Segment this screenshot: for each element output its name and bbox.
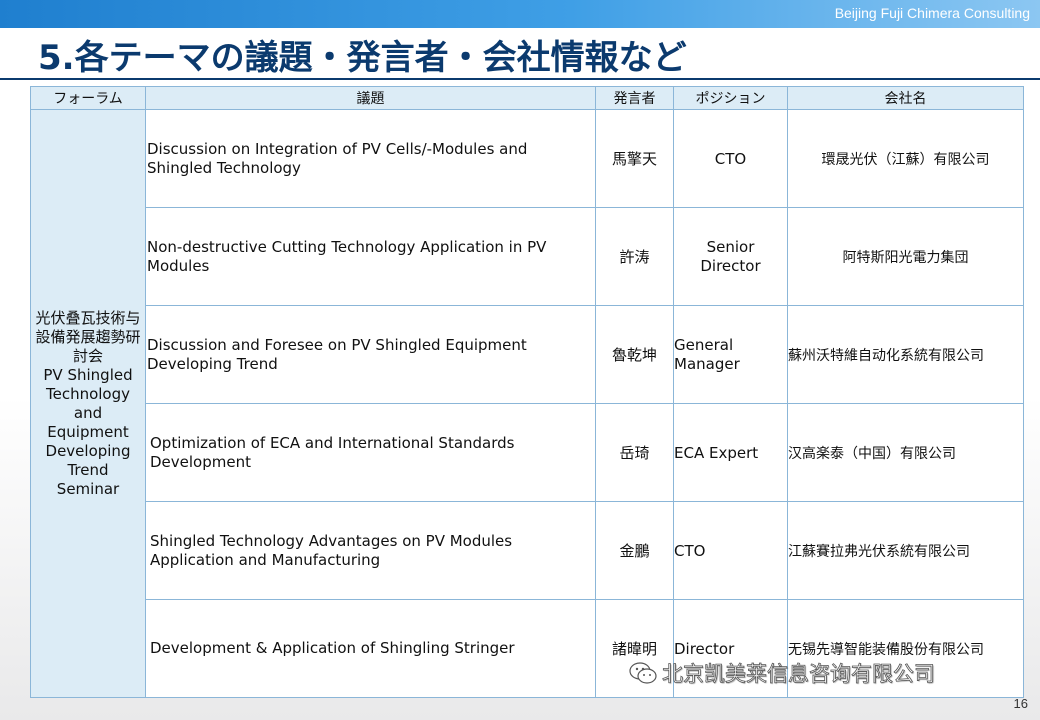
speaker-table: フォーラム 議題 発言者 ポジション 会社名 光伏叠瓦技術与設備発展趨勢研討会 …: [30, 86, 1024, 698]
speaker-cell: 岳琦: [595, 403, 674, 502]
table-row: 光伏叠瓦技術与設備発展趨勢研討会 PV Shingled Technology …: [30, 109, 1024, 698]
position-cell: CTO: [673, 501, 788, 600]
company-cell: 環晟光伏（江蘇）有限公司: [787, 109, 1024, 208]
forum-cell: 光伏叠瓦技術与設備発展趨勢研討会 PV Shingled Technology …: [30, 109, 146, 698]
topic-cell: Shingled Technology Advantages on PV Mod…: [145, 501, 596, 600]
column-header-position: ポジション: [673, 86, 788, 110]
forum-name-ja: 光伏叠瓦技術与設備発展趨勢研討会: [35, 308, 141, 365]
column-header-topic: 議題: [145, 86, 596, 110]
speaker-cell: 金鵬: [595, 501, 674, 600]
position-text: General Manager: [674, 335, 740, 373]
company-cell: 江蘇賽拉弗光伏系統有限公司: [787, 501, 1024, 600]
position-cell: Senior Director: [673, 207, 788, 306]
topic-cell: Non-destructive Cutting Technology Appli…: [145, 207, 596, 306]
company-cell: 汉高楽泰（中国）有限公司: [787, 403, 1024, 502]
column-header-company: 会社名: [787, 86, 1024, 110]
speaker-cell: 許涛: [595, 207, 674, 306]
topic-cell: Discussion on Integration of PV Cells/-M…: [145, 109, 596, 208]
column-header-forum: フォーラム: [30, 86, 146, 110]
table-row: Shingled Technology Advantages on PV Mod…: [31, 501, 1024, 600]
position-cell: General Manager: [673, 305, 788, 404]
header-bar: Beijing Fuji Chimera Consulting: [0, 0, 1040, 28]
page-title: 5.各テーマの議題・発言者・会社情報など: [38, 38, 687, 78]
topic-cell: Discussion and Foresee on PV Shingled Eq…: [145, 305, 596, 404]
forum-name-en: PV Shingled Technology and Equipment Dev…: [43, 365, 133, 498]
speaker-cell: 魯乾坤: [595, 305, 674, 404]
speaker-cell: 馬擎天: [595, 109, 674, 208]
table-row: Optimization of ECA and International St…: [31, 403, 1024, 502]
table-row: Non-destructive Cutting Technology Appli…: [31, 207, 1024, 306]
company-cell: 阿特斯阳光電力集団: [787, 207, 1024, 306]
table-header-row: フォーラム 議題 発言者 ポジション 会社名: [30, 86, 1024, 110]
position-cell: ECA Expert: [673, 403, 788, 502]
position-cell: CTO: [673, 109, 788, 208]
brand-label: Beijing Fuji Chimera Consulting: [834, 5, 1030, 21]
title-divider: [0, 78, 1040, 80]
watermark-text: 北京凯美莱信息咨询有限公司: [662, 662, 936, 687]
topic-cell: Development & Application of Shingling S…: [145, 599, 596, 698]
watermark: 北京凯美莱信息咨询有限公司: [628, 658, 935, 688]
company-cell: 蘇州沃特維自动化系統有限公司: [787, 305, 1024, 404]
position-text: Senior Director: [700, 237, 761, 275]
wechat-icon: [629, 662, 657, 684]
table-row: Discussion and Foresee on PV Shingled Eq…: [31, 305, 1024, 404]
page-number: 16: [1013, 696, 1028, 711]
column-header-speaker: 発言者: [595, 86, 674, 110]
topic-cell: Optimization of ECA and International St…: [145, 403, 596, 502]
